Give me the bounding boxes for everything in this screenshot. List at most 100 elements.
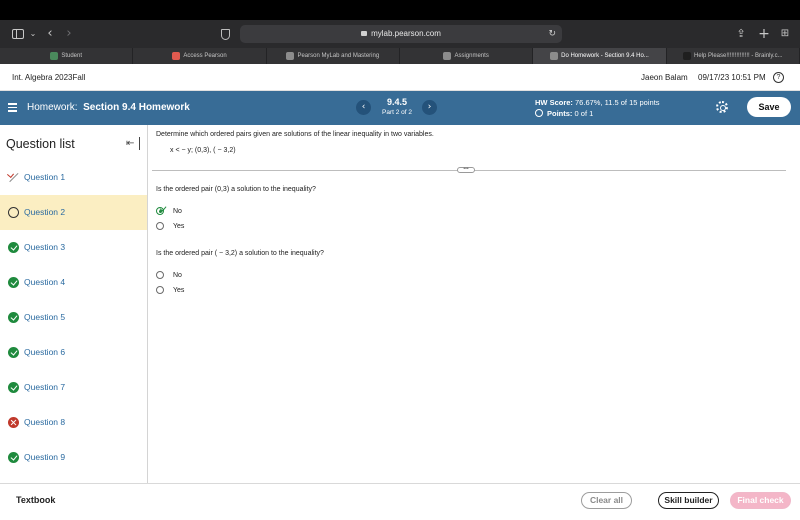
course-header: Int. Algebra 2023Fall Jaeon Balam 09/17/… [0, 64, 800, 91]
question-list-item[interactable]: Question 5 [0, 300, 147, 335]
reload-icon[interactable]: ↻ [548, 25, 556, 43]
check-circle-icon [8, 277, 19, 288]
browser-tab[interactable]: Assignments [400, 48, 534, 64]
browser-tab[interactable]: Help Please!!!!!!!!!!!!!! - Brainly.c... [667, 48, 800, 64]
clear-all-button[interactable]: Clear all [581, 492, 632, 509]
question-list-item[interactable]: Question 6 [0, 335, 147, 370]
back-icon[interactable]: ‹ [44, 20, 56, 48]
question-list-title: Question list [6, 137, 75, 151]
browser-tab[interactable]: Do Homework - Section 9.4 Ho... [533, 48, 667, 64]
radio-button[interactable] [156, 286, 164, 294]
check-icon [159, 204, 167, 212]
browser-tab-label: Do Homework - Section 9.4 Ho... [561, 53, 649, 59]
new-tab-icon[interactable]: + [758, 20, 770, 48]
divider-handle[interactable]: ••• [457, 167, 475, 173]
chevron-down-icon[interactable]: ⌄ [28, 20, 38, 48]
homework-bar: Homework: Section 9.4 Homework ‹ 9.4.5 P… [0, 91, 800, 125]
favicon-icon [172, 52, 181, 60]
x-circle-icon [8, 417, 19, 428]
sidebar-toggle-icon[interactable] [12, 29, 24, 39]
radio-button[interactable] [156, 222, 164, 230]
question-list-label: Question 1 [24, 172, 66, 182]
browser-tab-label: Student [61, 53, 82, 59]
next-question-button[interactable]: › [422, 100, 437, 115]
question-list-item[interactable]: Question 4 [0, 265, 147, 300]
question-number: 9.4.5 [386, 97, 408, 107]
share-icon[interactable]: ⇪ [735, 20, 747, 48]
course-title: Int. Algebra 2023Fall [12, 73, 86, 82]
question-list-label: Question 8 [24, 417, 66, 427]
privacy-shield-icon[interactable] [221, 29, 230, 40]
part-2-question: Is the ordered pair ( − 3,2) a solution … [156, 250, 324, 257]
question-list-item[interactable]: Question 2 [0, 195, 147, 230]
radio-button[interactable] [156, 271, 164, 279]
question-list-label: Question 6 [24, 347, 66, 357]
homework-title: Homework: Section 9.4 Homework [27, 102, 190, 113]
gear-icon[interactable] [716, 101, 728, 113]
part-1-question: Is the ordered pair (0,3) a solution to … [156, 186, 316, 193]
check-circle-icon [8, 382, 19, 393]
hw-score: HW Score: 76.67%, 11.5 of 15 points [535, 98, 660, 107]
user-name: Jaeon Balam [641, 73, 688, 82]
question-list-label: Question 2 [24, 207, 66, 217]
homework-name: Section 9.4 Homework [83, 102, 190, 113]
part-1-option-no[interactable]: No [156, 204, 182, 217]
address-bar[interactable]: mylab.pearson.com ↻ [240, 25, 562, 43]
points-ring-icon [535, 109, 543, 117]
help-icon[interactable]: ? [773, 72, 784, 83]
check-circle-icon [8, 312, 19, 323]
skill-builder-button[interactable]: Skill builder [658, 492, 719, 509]
check-circle-icon [8, 452, 19, 463]
points: Points: 0 of 1 [535, 109, 593, 118]
part-2-option-no[interactable]: No [156, 269, 182, 281]
forward-icon[interactable]: › [63, 20, 75, 48]
save-button[interactable]: Save [747, 97, 791, 117]
question-list-label: Question 9 [24, 452, 66, 462]
question-list-item[interactable]: Question 8 [0, 405, 147, 440]
tab-overview-icon[interactable]: ⊞ [779, 20, 791, 48]
question-list-item[interactable]: Question 3 [0, 230, 147, 265]
collapse-panel-icon[interactable]: ⇤ [126, 137, 140, 150]
question-list-label: Question 3 [24, 242, 66, 252]
radio-button[interactable] [156, 204, 167, 215]
question-list-label: Question 4 [24, 277, 66, 287]
menu-icon[interactable] [8, 103, 17, 112]
problem-stem: Determine which ordered pairs given are … [156, 131, 434, 138]
browser-tab-label: Pearson MyLab and Mastering [297, 53, 380, 59]
part-1-option-yes[interactable]: Yes [156, 220, 184, 232]
bottom-bar: Textbook Clear all Skill builder Final c… [0, 483, 800, 520]
browser-tab-label: Access Pearson [183, 53, 227, 59]
partial-credit-icon [8, 172, 19, 183]
question-list-item[interactable]: Question 1 [0, 160, 147, 195]
favicon-icon [550, 52, 559, 60]
favicon-icon [286, 52, 295, 60]
check-circle-icon [8, 242, 19, 253]
top-bezel [0, 0, 800, 20]
tab-strip: Student Access Pearson Pearson MyLab and M… [0, 48, 800, 64]
favicon-icon [683, 52, 691, 60]
browser-tab[interactable]: Access Pearson [133, 48, 267, 64]
question-list-item[interactable]: Question 7 [0, 370, 147, 405]
browser-tab[interactable]: Pearson MyLab and Mastering [267, 48, 400, 64]
url-text: mylab.pearson.com [371, 29, 441, 38]
problem-panel: Determine which ordered pairs given are … [148, 125, 800, 483]
question-list-label: Question 5 [24, 312, 66, 322]
question-list-panel: Question list ⇤ Question 1 Question 2 Ques… [0, 125, 148, 483]
favicon-icon [50, 52, 59, 60]
favicon-icon [443, 52, 452, 60]
in-progress-icon [8, 207, 19, 218]
final-check-button[interactable]: Final check [730, 492, 791, 509]
prev-question-button[interactable]: ‹ [356, 100, 371, 115]
check-circle-icon [8, 347, 19, 358]
browser-tab-label: Assignments [454, 53, 489, 59]
question-list-label: Question 7 [24, 382, 66, 392]
question-part: Part 2 of 2 [382, 109, 412, 116]
part-2-option-yes[interactable]: Yes [156, 284, 184, 296]
browser-tab[interactable]: Student [0, 48, 134, 64]
question-list-item[interactable]: Question 9 [0, 440, 147, 475]
lock-icon [361, 31, 368, 36]
textbook-link[interactable]: Textbook [16, 484, 55, 516]
date-time: 09/17/23 10:51 PM [698, 73, 766, 82]
browser-tab-label: Help Please!!!!!!!!!!!!!! - Brainly.c... [694, 53, 783, 59]
inequality: x < − y; (0,3), ( − 3,2) [170, 147, 236, 154]
